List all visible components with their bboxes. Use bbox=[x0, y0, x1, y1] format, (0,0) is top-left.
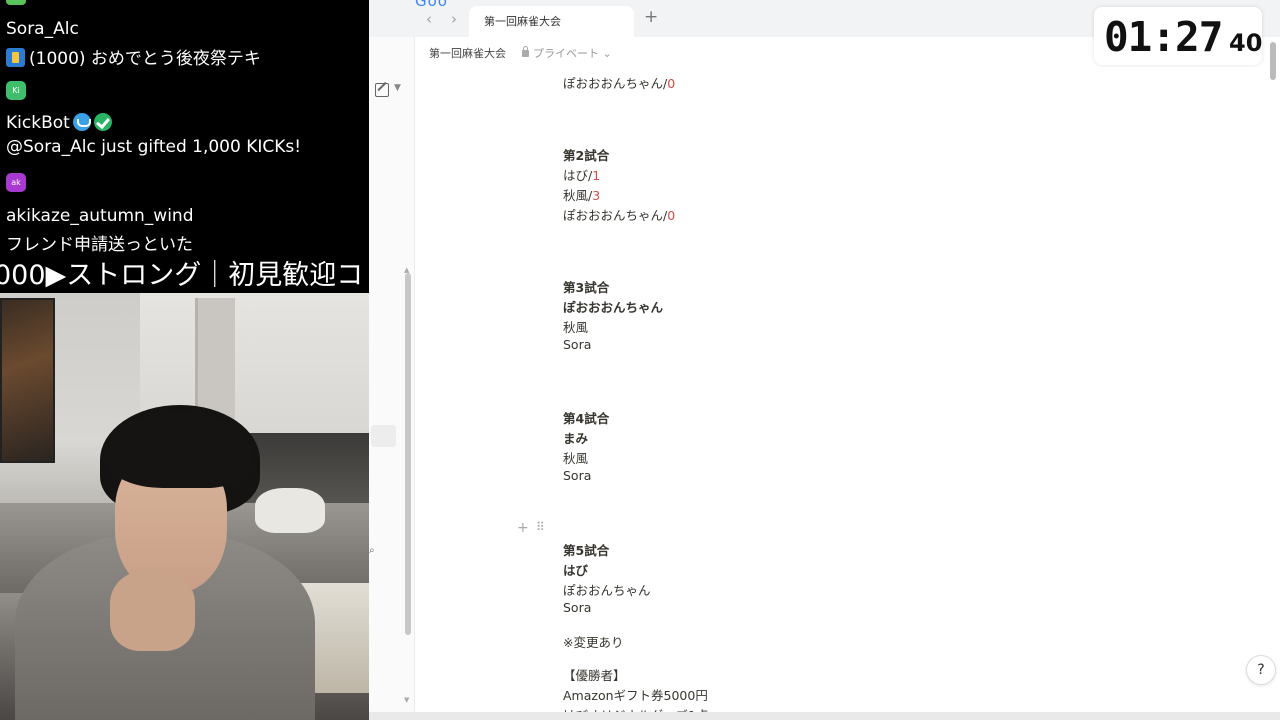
chat-badge: Ki bbox=[6, 81, 26, 100]
privacy-indicator[interactable]: プライベート ⌄ bbox=[522, 45, 612, 61]
search-icon[interactable]: ⌕ bbox=[369, 545, 375, 556]
game-heading: 第3試合 bbox=[563, 280, 610, 295]
sidebar-item-highlight[interactable] bbox=[371, 425, 396, 447]
game-heading: 第2試合 bbox=[563, 148, 610, 163]
chat-message: (1000) おめでとう後夜祭テキ bbox=[6, 44, 261, 69]
browser-window: Goo ‹ › 第一回麻雀大会 + ▼ ▲ ▼ ⌕ 第一回麻雀大会 プライベート… bbox=[369, 0, 1280, 720]
result-line: 秋風/3 bbox=[563, 188, 601, 203]
lock-icon bbox=[522, 46, 529, 57]
chevron-down-icon[interactable]: ▼ bbox=[394, 83, 401, 93]
page-scrollbar[interactable] bbox=[1270, 42, 1276, 80]
chat-username: akikaze_autumn_wind bbox=[6, 206, 194, 226]
player-name: 秋風 bbox=[563, 320, 589, 335]
player-name: まみ bbox=[563, 431, 589, 446]
new-page-icon[interactable] bbox=[375, 83, 389, 97]
prize-line: Amazonギフト券5000円 bbox=[563, 688, 708, 703]
stream-title-ticker: 000▶ストロング｜初見歓迎コ bbox=[0, 258, 369, 293]
chat-panel: Sora_Alc (1000) おめでとう後夜祭テキ Ki KickBot @S… bbox=[0, 0, 369, 258]
drag-handle-icon[interactable]: ⠿ bbox=[536, 520, 545, 534]
timer-sub: 40 bbox=[1229, 29, 1263, 57]
player-name: ぽおおおんちゃん bbox=[563, 300, 664, 315]
webcam-pillow bbox=[255, 488, 325, 533]
prize-heading: 【優勝者】 bbox=[563, 668, 626, 683]
sidebar-strip: ▼ ▲ ▼ ⌕ bbox=[369, 37, 415, 720]
verified-check-icon bbox=[93, 113, 112, 131]
player-name: ぽおおんちゃん bbox=[563, 583, 651, 598]
chevron-down-icon: ⌄ bbox=[602, 47, 612, 60]
tab-active[interactable]: 第一回麻雀大会 bbox=[469, 6, 634, 37]
stream-overlay: Sora_Alc (1000) おめでとう後夜祭テキ Ki KickBot @S… bbox=[0, 0, 369, 720]
forward-button[interactable]: › bbox=[451, 10, 457, 28]
game-heading: 第5試合 bbox=[563, 543, 610, 558]
game-heading: 第4試合 bbox=[563, 411, 610, 426]
breadcrumb[interactable]: 第一回麻雀大会 bbox=[429, 45, 506, 61]
sidebar-scrollbar[interactable] bbox=[405, 273, 411, 635]
tab-label: 第一回麻雀大会 bbox=[484, 15, 561, 28]
player-name: はび bbox=[563, 563, 589, 578]
player-name: Sora bbox=[563, 468, 592, 483]
webcam-feed bbox=[0, 293, 369, 720]
webcam-person-hand bbox=[110, 571, 195, 651]
timer-main: 01:27 bbox=[1104, 13, 1223, 61]
note-text: ※変更あり bbox=[563, 635, 624, 650]
chat-badge: ak bbox=[6, 173, 26, 192]
new-tab-button[interactable]: + bbox=[644, 7, 658, 27]
result-line: ぽおおおんちゃん/0 bbox=[563, 76, 676, 91]
player-name: 秋風 bbox=[563, 451, 589, 466]
webcam-poster bbox=[0, 298, 55, 463]
crown-icon bbox=[72, 113, 91, 131]
result-line: ぽおおおんちゃん/0 bbox=[563, 208, 676, 223]
chat-username: KickBot bbox=[6, 113, 112, 133]
help-button[interactable]: ? bbox=[1246, 655, 1276, 685]
scroll-down-icon[interactable]: ▼ bbox=[404, 696, 409, 704]
bottom-bar bbox=[369, 712, 1280, 720]
add-block-icon[interactable]: + bbox=[517, 520, 529, 536]
player-name: Sora bbox=[563, 600, 592, 615]
chat-username: Sora_Alc bbox=[6, 19, 79, 39]
back-button[interactable]: ‹ bbox=[426, 10, 432, 28]
chat-badge-cut bbox=[6, 0, 26, 5]
webcam-person-fringe bbox=[105, 413, 250, 488]
gift-icon bbox=[6, 48, 25, 67]
result-line: はび/1 bbox=[563, 168, 601, 183]
chat-message: フレンド申請送っといた bbox=[6, 235, 193, 255]
stream-timer: 01:27 40 bbox=[1094, 7, 1262, 65]
chat-message: @Sora_Alc just gifted 1,000 KICKs! bbox=[6, 137, 302, 157]
google-logo-cut: Goo bbox=[415, 0, 448, 10]
player-name: Sora bbox=[563, 337, 592, 352]
